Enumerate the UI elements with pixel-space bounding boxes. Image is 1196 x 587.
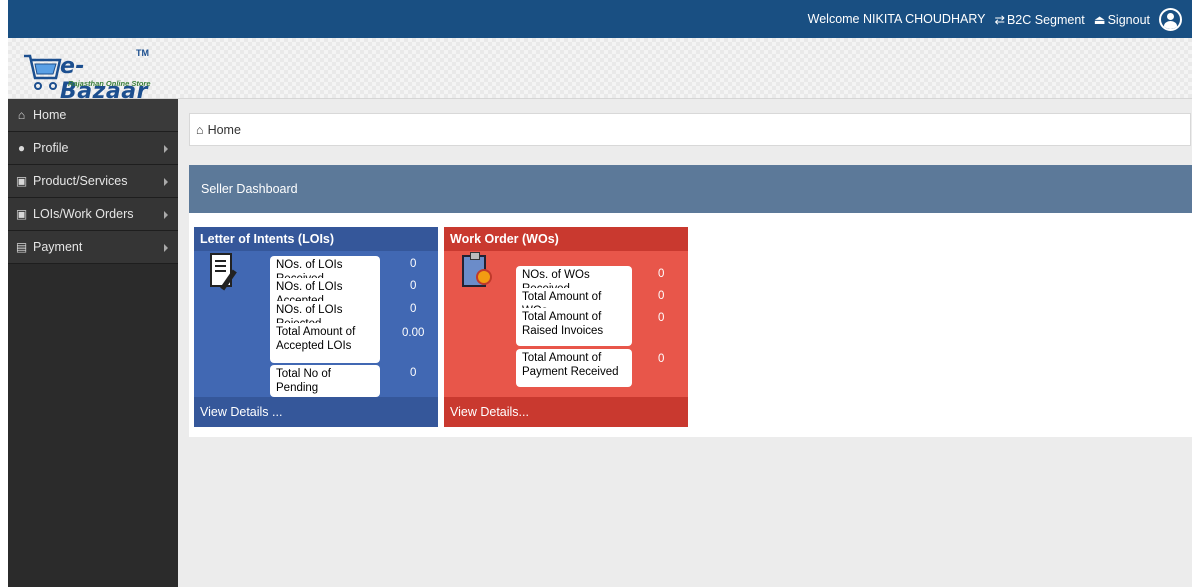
app-frame: Welcome NIKITA CHOUDHARY ⇄ B2C Segment ⏏ S… [8,0,1192,587]
wo-received-value: 0 [658,268,665,280]
segment-switch-link[interactable]: ⇄ B2C Segment [994,12,1084,27]
signout-link[interactable]: ⏏ Signout [1094,12,1150,27]
home-icon: ⌂ [196,122,204,137]
user-avatar-icon[interactable] [1159,7,1182,31]
sidebar-item-products[interactable]: ▣ Product/Services [8,165,178,198]
dashboard-panel: Seller Dashboard Letter of Intents (LOIs… [189,165,1192,437]
loi-card-body: NOs. of LOIs Received 0 NOs. of LOIs Acc… [194,251,438,397]
wo-invoices-label: Total Amount of Raised Invoices [516,308,632,346]
home-icon: ⌂ [17,108,26,122]
money-icon: ▤ [15,240,28,254]
loi-pending-label: Total No of Pending [270,365,380,397]
caret-right-icon [164,178,168,186]
wo-card-title: Work Order (WOs) [444,227,688,251]
products-icon: ▣ [15,174,28,188]
clipboard-icon [462,252,492,287]
sidebar-item-label: Product/Services [33,174,128,188]
main-content: ⌂ Home Seller Dashboard Letter of Intent… [178,99,1192,587]
breadcrumb: ⌂ Home [189,113,1191,146]
top-bar: Welcome NIKITA CHOUDHARY ⇄ B2C Segment ⏏ S… [8,0,1192,38]
sidebar-item-lois[interactable]: ▣ LOIs/Work Orders [8,198,178,231]
loi-card-title: Letter of Intents (LOIs) [194,227,438,251]
loi-view-details-link[interactable]: View Details ... [194,397,438,427]
gear-icon [476,269,492,285]
loi-card: Letter of Intents (LOIs) NOs. of LOIs Re… [194,227,438,427]
cart-icon [24,54,62,90]
sidebar-item-label: Profile [33,141,69,155]
loi-received-value: 0 [410,258,417,270]
caret-right-icon [164,145,168,153]
breadcrumb-home-link[interactable]: Home [208,123,241,137]
wo-invoices-value: 0 [658,312,665,324]
document-edit-icon [210,253,237,291]
sidebar-item-profile[interactable]: ● Profile [8,132,178,165]
loi-accepted-value: 0 [410,280,417,292]
ebazaar-logo[interactable]: e-Bazaar TM Rajasthan Online Store [22,46,162,104]
orders-icon: ▣ [15,207,28,221]
loi-pending-value: 0 [410,367,417,379]
sidebar-item-label: LOIs/Work Orders [33,207,134,221]
pen-icon [220,269,237,291]
loi-accepted-amount-label: Total Amount of Accepted LOIs [270,323,380,363]
wo-card-body: NOs. of WOs Received 0 Total Amount of W… [444,251,688,397]
caret-right-icon [164,244,168,252]
loi-accepted-amount-value: 0.00 [402,327,425,339]
sidebar-item-home[interactable]: ⌂ Home [8,99,178,132]
wo-amount-value: 0 [658,290,665,302]
wo-view-details-link[interactable]: View Details... [444,397,688,427]
logo-subtitle: Rajasthan Online Store [68,79,151,88]
user-icon: ● [17,141,26,155]
caret-right-icon [164,211,168,219]
welcome-text: Welcome NIKITA CHOUDHARY [807,12,986,26]
dashboard-title: Seller Dashboard [189,165,1192,213]
logo-band: e-Bazaar TM Rajasthan Online Store [8,38,1192,104]
wo-payment-label: Total Amount of Payment Received [516,349,632,387]
sidebar-item-payment[interactable]: ▤ Payment [8,231,178,264]
loi-rejected-value: 0 [410,303,417,315]
signout-icon: ⏏ [1093,12,1106,27]
segment-label: B2C Segment [1006,12,1085,27]
sidebar-item-label: Payment [33,240,83,254]
sidebar: ⌂ Home ● Profile ▣ Product/Services ▣ LO… [8,99,178,587]
logo-tm: TM [136,48,149,58]
signout-label: Signout [1107,12,1150,27]
wo-card: Work Order (WOs) NOs. of WOs Received 0 … [444,227,688,427]
wo-payment-value: 0 [658,353,665,365]
sidebar-item-label: Home [33,108,67,122]
swap-icon: ⇄ [994,12,1005,27]
